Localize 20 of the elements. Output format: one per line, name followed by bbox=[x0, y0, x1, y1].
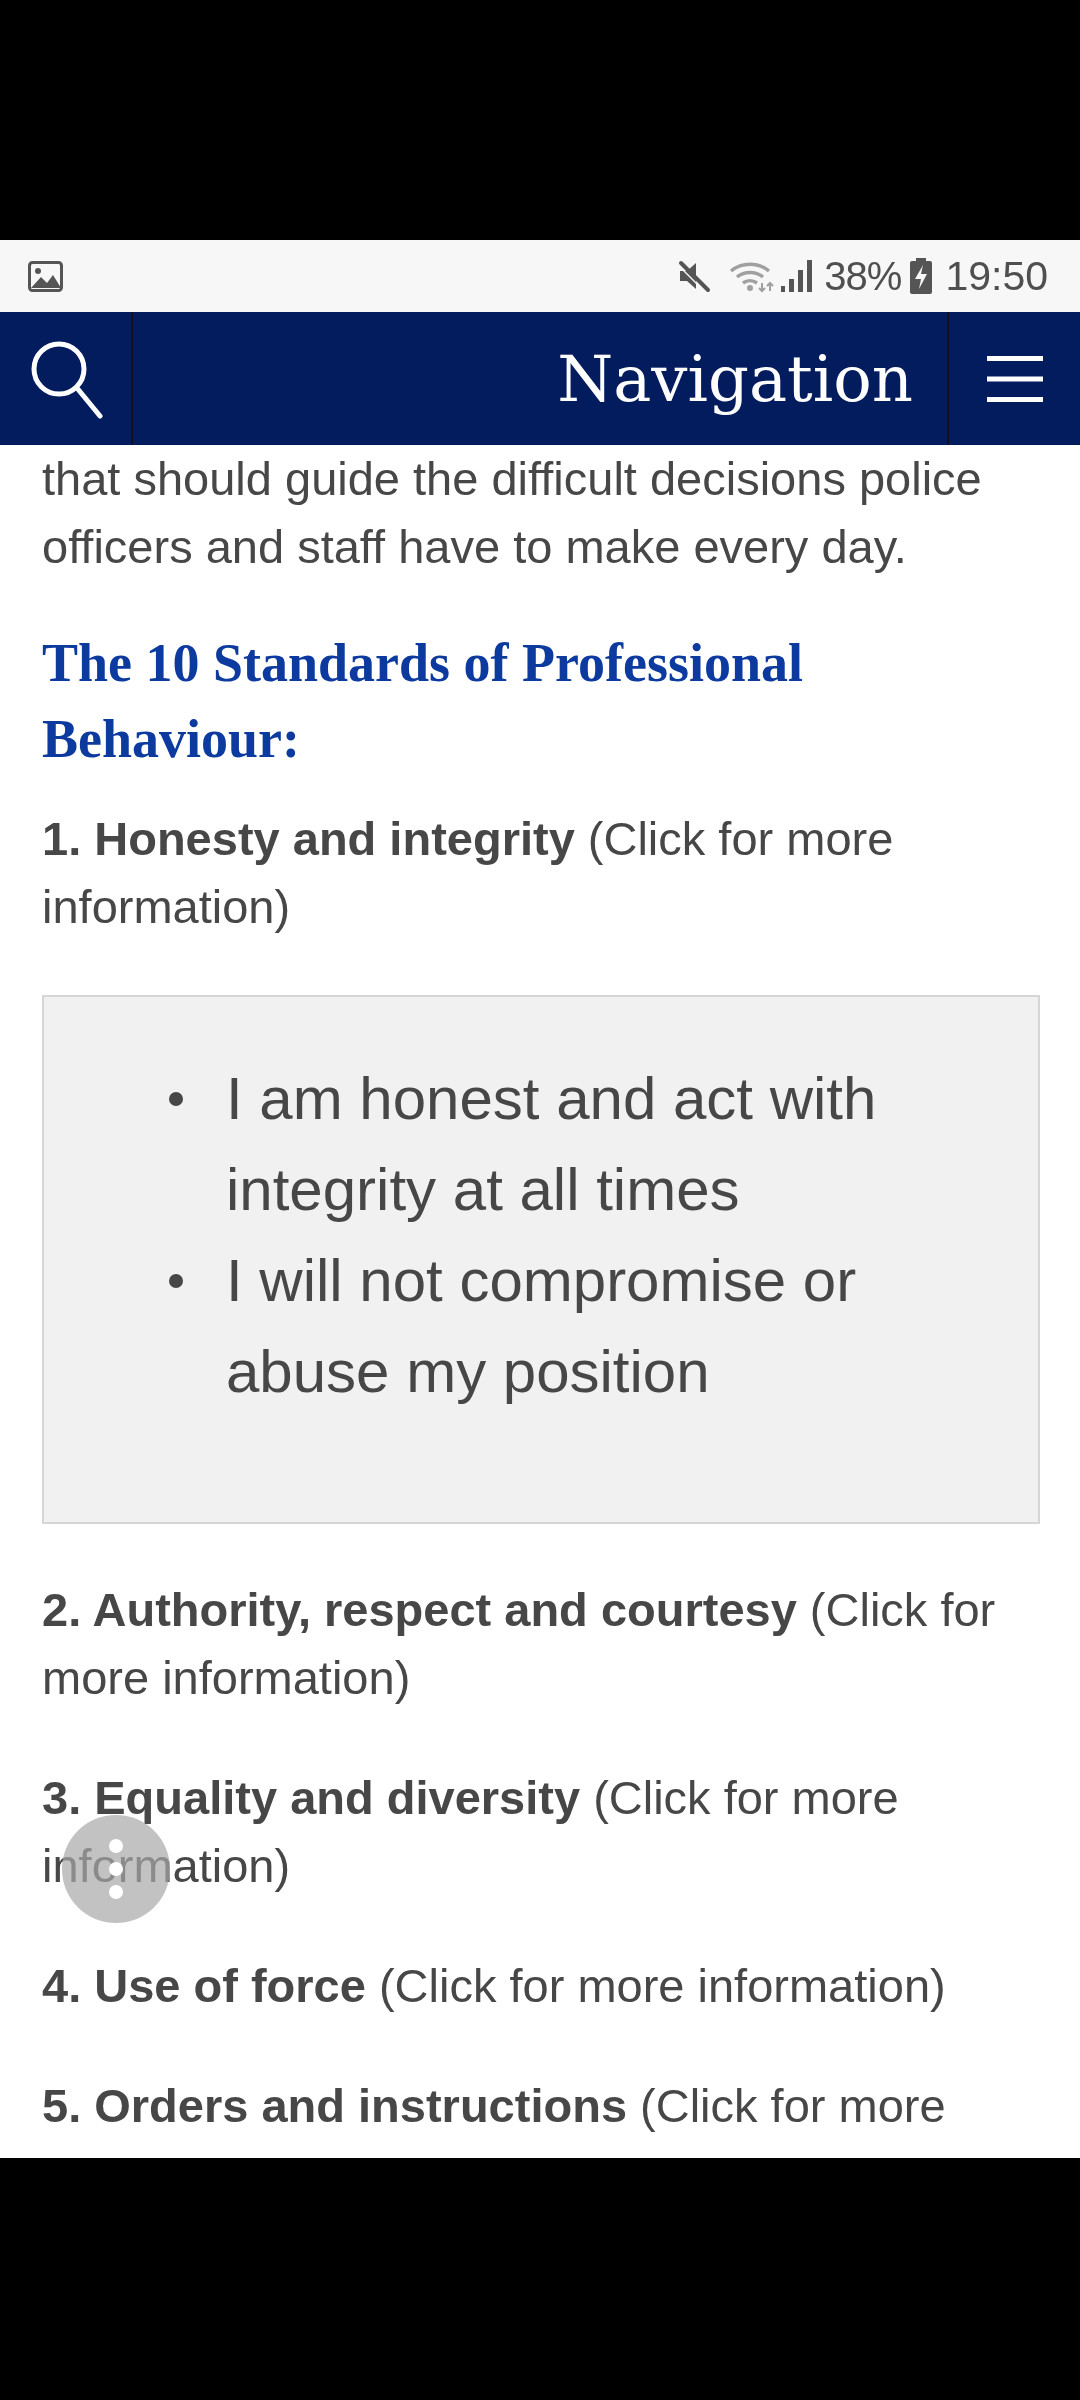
bullet-icon bbox=[169, 1273, 183, 1288]
list-item-text: I will not compromise or abuse my position bbox=[226, 1246, 858, 1407]
accordion-toggle-link[interactable]: 5. Orders and instructions (Click for more bbox=[42, 2072, 1040, 2140]
accordion-toggle-link[interactable]: 4. Use of force (Click for more information) bbox=[42, 1952, 1040, 2020]
list-item-text: I am honest and act with integrity at all times bbox=[226, 1064, 878, 1225]
bullet-icon bbox=[169, 1091, 183, 1106]
battery-percent-text: 38% bbox=[824, 256, 902, 296]
battery-icon bbox=[909, 258, 934, 294]
accordion-toggle-link[interactable]: 1. Honesty and integrity (Click for more information) bbox=[42, 805, 1040, 941]
intro-paragraph: that should guide the difficult decisions police officers and staff have to make every day. bbox=[42, 451, 983, 575]
section-heading: The 10 Standards of Professional Behaviour: bbox=[42, 632, 805, 771]
accordion-toggle-link[interactable]: 3. Equality and diversity (Click for more information) bbox=[42, 1764, 1040, 1900]
accordion-toggle-link[interactable]: 2. Authority, respect and courtesy (Click for more information) bbox=[42, 1576, 1040, 1712]
clock-text: 19:50 bbox=[945, 255, 1048, 297]
mute-icon bbox=[677, 259, 712, 293]
wifi-icon bbox=[729, 259, 776, 293]
image-icon bbox=[28, 260, 63, 292]
navigation-button[interactable]: Navigation bbox=[133, 312, 947, 445]
menu-icon bbox=[986, 355, 1043, 402]
signal-icon bbox=[781, 260, 813, 292]
